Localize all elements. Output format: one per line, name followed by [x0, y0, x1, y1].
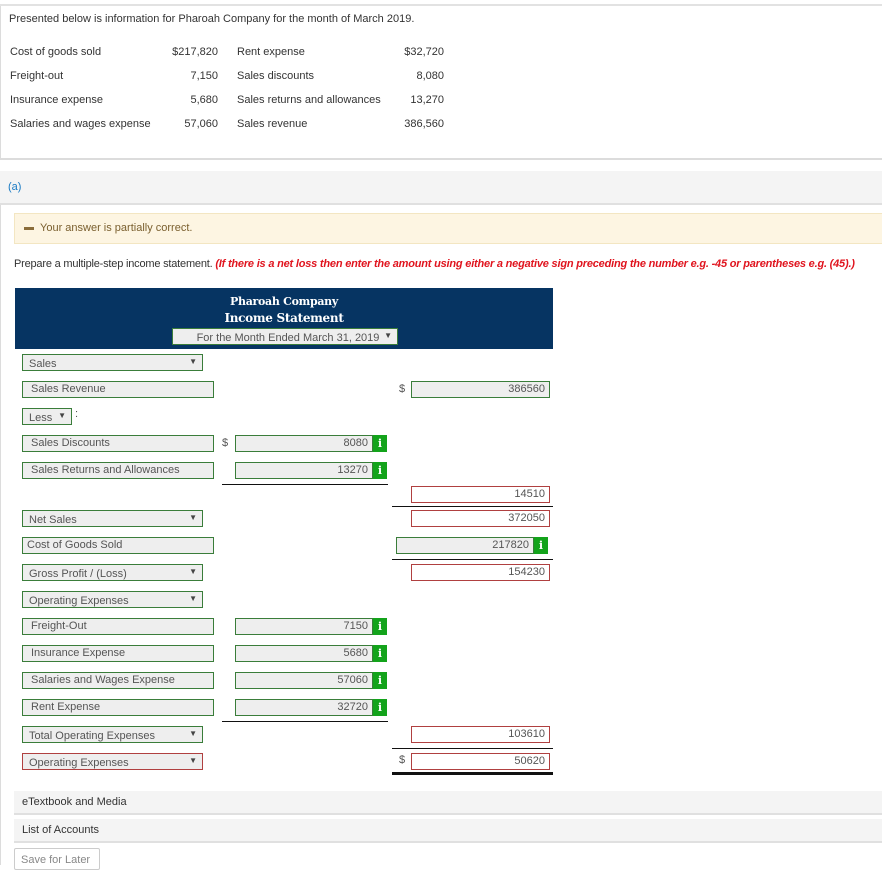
currency-symbol: $ — [222, 437, 229, 449]
period-select[interactable]: For the Month Ended March 31, 2019 ▼ — [172, 328, 398, 345]
dropdown-arrow-icon: ▼ — [189, 567, 197, 576]
net-sales-amount[interactable]: 372050 — [411, 510, 550, 527]
instruction-note: (If there is a net loss then enter the a… — [215, 258, 855, 270]
dropdown-arrow-icon: ▼ — [384, 331, 392, 340]
subtotal-rule — [392, 506, 553, 507]
info-icon[interactable]: i — [373, 435, 387, 452]
cogs-account[interactable]: Cost of Goods Sold — [22, 537, 214, 554]
salaries-wages-account[interactable]: Salaries and Wages Expense — [22, 672, 214, 689]
given-label: Salaries and wages expense — [10, 118, 151, 130]
select-value: Gross Profit / (Loss) — [29, 568, 127, 580]
total-opex-amount[interactable]: 103610 — [411, 726, 550, 743]
sales-discounts-amount[interactable]: 8080 — [235, 435, 373, 452]
select-value: Net Sales — [29, 514, 77, 526]
net-sales-select[interactable]: Net Sales ▼ — [22, 510, 203, 527]
subtotal-rule — [392, 559, 553, 560]
sales-revenue-amount[interactable]: 386560 — [411, 381, 550, 398]
opex-heading-select[interactable]: Operating Expenses ▼ — [22, 591, 203, 608]
left-border — [0, 205, 1, 865]
etextbook-media-link[interactable]: eTextbook and Media — [14, 791, 882, 815]
insurance-expense-amount[interactable]: 5680 — [235, 645, 373, 662]
info-icon[interactable]: i — [373, 618, 387, 635]
given-value: $32,720 — [404, 46, 444, 58]
cogs-amount[interactable]: 217820 — [396, 537, 534, 554]
select-value: Less — [29, 412, 53, 424]
rent-expense-amount[interactable]: 32720 — [235, 699, 373, 716]
select-value: Operating Expenses — [29, 757, 129, 769]
given-label: Sales discounts — [237, 70, 315, 82]
rent-expense-account[interactable]: Rent Expense — [22, 699, 214, 716]
given-label: Cost of goods sold — [10, 46, 102, 58]
sales-returns-amount[interactable]: 13270 — [235, 462, 373, 479]
part-label: (a) — [8, 181, 22, 193]
less-select[interactable]: Less ▼ — [22, 408, 72, 425]
dropdown-arrow-icon: ▼ — [189, 513, 197, 522]
final-amount[interactable]: 50620 — [411, 753, 550, 770]
company-name: Pharoah Company — [230, 295, 338, 308]
select-value: Sales — [29, 358, 57, 370]
given-value: 386,560 — [404, 118, 444, 130]
salaries-wages-amount[interactable]: 57060 — [235, 672, 373, 689]
statement-header: Pharoah Company Income Statement For the… — [15, 288, 553, 349]
gross-profit-amount[interactable]: 154230 — [411, 564, 550, 581]
insurance-expense-account[interactable]: Insurance Expense — [22, 645, 214, 662]
freight-out-amount[interactable]: 7150 — [235, 618, 373, 635]
given-label: Insurance expense — [10, 94, 103, 106]
gross-profit-select[interactable]: Gross Profit / (Loss) ▼ — [22, 564, 203, 581]
given-value: 5,680 — [190, 94, 218, 106]
given-value: 7,150 — [190, 70, 218, 82]
dropdown-arrow-icon: ▼ — [189, 756, 197, 765]
dropdown-arrow-icon: ▼ — [189, 357, 197, 366]
given-value: 8,080 — [416, 70, 444, 82]
total-opex-select[interactable]: Total Operating Expenses ▼ — [22, 726, 203, 743]
info-icon[interactable]: i — [373, 672, 387, 689]
instruction-text: Prepare a multiple-step income statement… — [14, 258, 213, 270]
info-icon[interactable]: i — [534, 537, 548, 554]
freight-out-account[interactable]: Freight-Out — [22, 618, 214, 635]
feedback-text: Your answer is partially correct. — [40, 222, 193, 234]
sales-discounts-account[interactable]: Sales Discounts — [22, 435, 214, 452]
instruction: Prepare a multiple-step income statement… — [14, 258, 855, 270]
problem-panel — [0, 6, 882, 160]
list-of-accounts-link[interactable]: List of Accounts — [14, 819, 882, 843]
problem-intro: Presented below is information for Pharo… — [9, 13, 415, 25]
currency-symbol: $ — [399, 383, 406, 395]
info-icon[interactable]: i — [373, 699, 387, 716]
subtotal-rule — [222, 721, 388, 722]
currency-symbol: $ — [399, 754, 406, 766]
given-value: 57,060 — [184, 118, 218, 130]
given-value: $217,820 — [172, 46, 218, 58]
info-icon[interactable]: i — [373, 645, 387, 662]
save-for-later-button[interactable]: Save for Later — [14, 848, 100, 870]
deductions-total-amount[interactable]: 14510 — [411, 486, 550, 503]
part-header[interactable] — [0, 171, 882, 205]
statement-title: Income Statement — [224, 311, 344, 325]
dropdown-arrow-icon: ▼ — [189, 594, 197, 603]
select-value: Operating Expenses — [29, 595, 129, 607]
sales-heading-select[interactable]: Sales ▼ — [22, 354, 203, 371]
dropdown-arrow-icon: ▼ — [58, 411, 66, 420]
total-double-rule — [392, 772, 553, 775]
given-label: Sales revenue — [237, 118, 308, 130]
subtotal-rule — [222, 484, 388, 485]
select-value: Total Operating Expenses — [29, 730, 155, 742]
given-value: 13,270 — [410, 94, 444, 106]
given-label: Rent expense — [237, 46, 305, 58]
colon: : — [75, 408, 79, 420]
final-line-select[interactable]: Operating Expenses ▼ — [22, 753, 203, 770]
subtotal-rule — [392, 748, 553, 749]
partial-indicator-icon — [24, 227, 34, 230]
sales-revenue-account[interactable]: Sales Revenue — [22, 381, 214, 398]
info-icon[interactable]: i — [373, 462, 387, 479]
sales-returns-account[interactable]: Sales Returns and Allowances — [22, 462, 214, 479]
dropdown-arrow-icon: ▼ — [189, 729, 197, 738]
given-label: Sales returns and allowances — [237, 94, 381, 106]
given-label: Freight-out — [10, 70, 64, 82]
period-select-value: For the Month Ended March 31, 2019 — [196, 332, 380, 344]
